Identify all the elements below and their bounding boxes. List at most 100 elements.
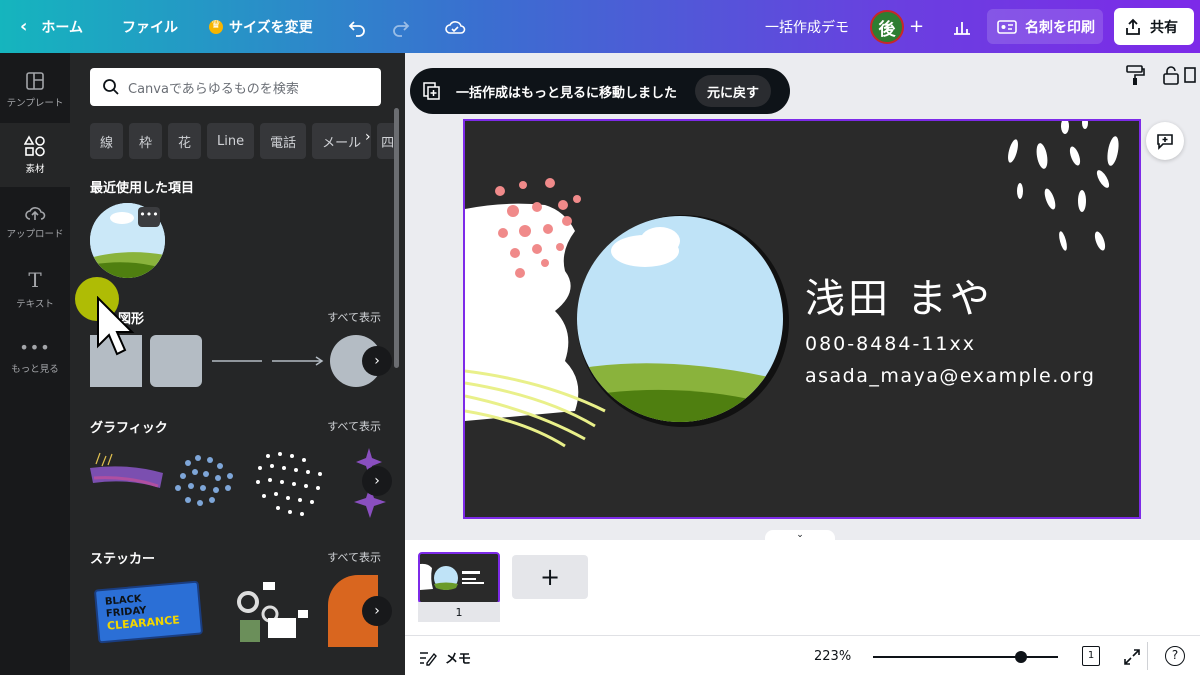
toast-message: 一括作成はもっと見るに移動しました bbox=[456, 85, 678, 101]
undo-button[interactable] bbox=[347, 0, 367, 53]
card-phone-text[interactable]: 080-8484-11xx bbox=[805, 333, 976, 355]
redo-button[interactable] bbox=[391, 0, 411, 53]
zoom-slider-handle[interactable] bbox=[1015, 651, 1027, 663]
more-icon: ••• bbox=[139, 208, 159, 221]
chips-next-button[interactable]: › bbox=[365, 129, 371, 145]
chip[interactable]: Line bbox=[207, 123, 255, 159]
card-email-text[interactable]: asada_maya@example.org bbox=[805, 365, 1095, 387]
status-bar: メモ 223% 1 ? bbox=[405, 635, 1200, 675]
avatar[interactable]: 後 bbox=[870, 10, 904, 44]
chip[interactable]: 枠 bbox=[129, 123, 163, 159]
rail-item-uploads[interactable]: アップロード bbox=[0, 190, 70, 254]
copy-icon[interactable] bbox=[1183, 64, 1197, 86]
plus-icon: + bbox=[909, 16, 925, 37]
design-title[interactable]: 一括作成デモ bbox=[765, 0, 849, 53]
search-icon bbox=[103, 79, 119, 95]
graphics-title: グラフィック bbox=[90, 421, 168, 436]
business-card-design[interactable]: 浅田 まや 080-8484-11xx asada_maya@example.o… bbox=[463, 119, 1141, 519]
stickers-title: ステッカー bbox=[90, 552, 156, 567]
stickers-next-button[interactable]: › bbox=[362, 596, 392, 626]
top-bar: ‹ ホーム ファイル サイズを変更 一括作成デモ 後 + 名刺を印刷 共有 bbox=[0, 0, 1200, 53]
more-icon: ••• bbox=[19, 337, 51, 357]
stickers-see-all[interactable]: すべて表示 bbox=[327, 549, 381, 565]
chip[interactable]: 線 bbox=[90, 123, 124, 159]
card-name-text[interactable]: 浅田 まや bbox=[805, 266, 993, 324]
add-comment-button[interactable] bbox=[1146, 122, 1184, 160]
chip[interactable]: メール bbox=[312, 123, 372, 159]
resize-button[interactable]: サイズを変更 bbox=[209, 0, 313, 53]
fullscreen-icon[interactable] bbox=[1123, 648, 1141, 666]
zoom-slider[interactable] bbox=[873, 651, 1058, 663]
gears-sticker[interactable] bbox=[228, 580, 318, 644]
redo-icon bbox=[393, 20, 410, 37]
chip[interactable]: 電話 bbox=[260, 123, 307, 159]
side-rail: テンプレート 素材 アップロード T テキスト ••• もっと見る bbox=[0, 53, 70, 675]
card-artwork bbox=[465, 121, 1119, 448]
crown-icon bbox=[209, 18, 223, 34]
file-menu[interactable]: ファイル bbox=[122, 0, 178, 53]
cloud-check-icon bbox=[445, 20, 466, 34]
style-paint-roller-icon[interactable] bbox=[1124, 64, 1146, 86]
chip[interactable]: 花 bbox=[168, 123, 202, 159]
elements-panel: Canvaであらゆるものを検索 線 枠 花 Line 電話 メール 四 › 最近… bbox=[70, 53, 405, 675]
comment-plus-icon bbox=[1157, 134, 1173, 150]
add-collaborator-button[interactable]: + bbox=[909, 0, 924, 53]
chevron-right-icon: › bbox=[374, 353, 380, 369]
insights-button[interactable] bbox=[952, 0, 972, 53]
blue-dots-graphic bbox=[175, 455, 233, 506]
recent-title: 最近使用した項目 bbox=[90, 181, 195, 196]
shapes-next-button[interactable]: › bbox=[362, 346, 392, 376]
pages-strip: ⌄ 1 + bbox=[405, 530, 1200, 635]
divider bbox=[1147, 642, 1148, 670]
plus-icon: + bbox=[539, 563, 561, 591]
chevron-right-icon: › bbox=[374, 603, 380, 619]
template-icon bbox=[26, 72, 44, 90]
notes-button[interactable]: メモ bbox=[419, 648, 471, 667]
rail-item-more[interactable]: ••• もっと見る bbox=[0, 324, 70, 388]
chevron-right-icon: › bbox=[374, 473, 380, 489]
search-placeholder: Canvaであらゆるものを検索 bbox=[128, 81, 299, 97]
rail-item-templates[interactable]: テンプレート bbox=[0, 58, 70, 122]
page-thumbnail[interactable] bbox=[418, 552, 500, 604]
share-button[interactable]: 共有 bbox=[1114, 8, 1194, 45]
undo-move-button[interactable]: 元に戻す bbox=[695, 75, 772, 107]
cloud-save-status[interactable] bbox=[444, 0, 466, 53]
help-button[interactable]: ? bbox=[1165, 646, 1185, 666]
home-button[interactable]: ‹ ホーム bbox=[20, 0, 83, 53]
bar-chart-icon bbox=[954, 21, 970, 35]
more-options-button[interactable]: ••• bbox=[138, 207, 160, 227]
chevron-left-icon: ‹ bbox=[20, 16, 28, 37]
keyword-chips: 線 枠 花 Line 電話 メール 四 bbox=[90, 123, 400, 159]
bulk-create-icon bbox=[423, 82, 440, 100]
undo-icon bbox=[348, 20, 365, 37]
collapse-pages-button[interactable]: ⌄ bbox=[765, 530, 835, 542]
page-count-button[interactable]: 1 bbox=[1082, 646, 1100, 666]
zoom-level[interactable]: 223% bbox=[814, 649, 851, 664]
notes-icon bbox=[420, 651, 437, 666]
black-friday-sticker[interactable]: BLACK FRIDAY CLEARANCE bbox=[93, 580, 204, 644]
notification-toast: 一括作成はもっと見るに移動しました 元に戻す bbox=[410, 68, 790, 114]
elements-icon bbox=[24, 135, 45, 157]
graphics-next-button[interactable]: › bbox=[362, 466, 392, 496]
rounded-square-shape[interactable] bbox=[150, 335, 202, 387]
brush-stroke-graphic bbox=[90, 452, 163, 488]
rail-item-text[interactable]: T テキスト bbox=[0, 257, 70, 321]
line-shapes[interactable] bbox=[210, 353, 330, 369]
add-page-button[interactable]: + bbox=[512, 555, 588, 599]
mouse-pointer-icon bbox=[97, 296, 135, 356]
shapes-see-all[interactable]: すべて表示 bbox=[327, 309, 381, 325]
white-dots-graphic bbox=[256, 452, 322, 516]
share-icon bbox=[1126, 18, 1140, 35]
page-number: 1 bbox=[418, 602, 500, 622]
text-icon: T bbox=[28, 268, 42, 292]
lock-icon[interactable] bbox=[1160, 64, 1182, 86]
graphics-row[interactable] bbox=[88, 448, 388, 518]
panel-scrollbar[interactable] bbox=[394, 108, 399, 368]
chevron-down-icon: ⌄ bbox=[796, 530, 804, 540]
search-input[interactable]: Canvaであらゆるものを検索 bbox=[90, 68, 381, 106]
graphics-see-all[interactable]: すべて表示 bbox=[327, 418, 381, 434]
print-business-card-button[interactable]: 名刺を印刷 bbox=[987, 9, 1103, 44]
rail-item-elements[interactable]: 素材 bbox=[0, 123, 70, 187]
upload-icon bbox=[25, 207, 46, 220]
chevron-right-icon: › bbox=[365, 129, 371, 145]
